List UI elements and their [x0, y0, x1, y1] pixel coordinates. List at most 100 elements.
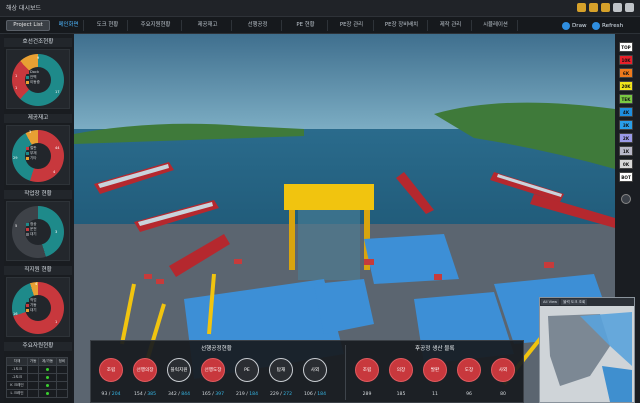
tab-production[interactable]: 제작 관리 [430, 20, 472, 31]
level-tek-button[interactable]: TEK [619, 94, 633, 104]
tool-icon-3[interactable] [601, 3, 610, 12]
table-header: 가동 [27, 357, 40, 366]
post-assembly-count: 289 [362, 392, 372, 397]
tab-dock-status[interactable]: 도크 현황 [88, 20, 128, 31]
legend-moving: 이동중 [30, 80, 40, 84]
status-ok-icon [45, 383, 49, 387]
value-label: 4 [35, 282, 38, 286]
value-label: 1 [15, 86, 18, 90]
process-summary-panel: 선행공정현황 후공정 생산 블록 조립 선행의장 블럭지원 선행도장 PE 탑재… [90, 340, 524, 403]
post-circle-paint[interactable]: 도장 [457, 358, 481, 382]
process-circle-erection[interactable]: 탑재 [269, 358, 293, 382]
post-circle-assembly[interactable]: 조립 [355, 358, 379, 382]
level-10k-button[interactable]: 10K [619, 55, 633, 65]
panel-title-stock: 제공재고 [4, 114, 72, 123]
build-status-panel: Dock 안벽 이동중 1 9 1 17 [6, 49, 70, 109]
table-row: -2도크 [5, 373, 69, 382]
tab-main[interactable]: 메인화면 [54, 20, 84, 31]
value-label: 5 [15, 224, 18, 228]
status-ok-icon [45, 367, 49, 371]
post-process-title: 후공정 생산 블록 [415, 346, 455, 352]
shore-hill [74, 123, 304, 144]
legend-standby: 대기 [30, 232, 37, 236]
level-3k-button[interactable]: 3K [619, 120, 633, 130]
level-20k-button[interactable]: 20K [619, 81, 633, 91]
level-bot-button[interactable]: BOT [619, 172, 633, 182]
post-circle-outfit[interactable]: 의장 [389, 358, 413, 382]
value-label: 16 [13, 312, 18, 316]
tab-pe-status[interactable]: PE 현황 [284, 20, 328, 31]
tab-pe-equipment[interactable]: PE장 장비배치 [376, 20, 428, 31]
post-circle-scaffold[interactable]: 발판 [423, 358, 447, 382]
level-top-button[interactable]: TOP [619, 42, 633, 52]
table-header: 계/가동 [38, 357, 57, 366]
post-paint-count: 96 [466, 392, 472, 397]
pre-outfit-count: 154 / 385 [133, 392, 157, 397]
tool-icon-1[interactable] [577, 3, 586, 12]
project-list-button[interactable]: Project List [6, 20, 50, 31]
goliath-crane [284, 184, 374, 210]
workplace-panel: 정상 운전 대기 5 3 [6, 201, 70, 261]
post-outfit-count: 185 [396, 392, 406, 397]
tool-icon-2[interactable] [589, 3, 598, 12]
settings-gear-icon[interactable] [621, 194, 631, 204]
right-hill [434, 102, 615, 169]
draw-button[interactable]: Draw [562, 20, 587, 31]
legend-other: 기타 [30, 156, 37, 160]
dry-dock [298, 210, 360, 280]
level-0k-button[interactable]: 0K [619, 159, 633, 169]
level-4k-button[interactable]: 4K [619, 107, 633, 117]
support-panel: 작업 가동 대기 4 16 1 [6, 277, 70, 337]
panel-title-workplace: 작업장 현황 [4, 190, 72, 199]
panel-title-resources: 주요자원현황 [4, 342, 72, 351]
stock-panel: 철판 부재 기타 3 44 29 4 [6, 125, 70, 185]
legend-wait: 대기 [30, 308, 37, 312]
refresh-label: Refresh [602, 22, 624, 29]
process-circle-pre-paint[interactable]: 선행도장 [201, 358, 225, 382]
tab-pe-yard[interactable]: PE장 관리 [330, 20, 374, 31]
pre-process-title: 선행공정현황 [201, 346, 232, 352]
value-label: 3 [55, 230, 58, 234]
tab-simulation[interactable]: 시뮬레이션 [474, 20, 518, 31]
resource-table: 자재 가동 계/가동 정비 -1도크 -2도크 K 크레인 L 크레인 [5, 357, 69, 398]
minimap[interactable]: All View 블럭 도크 조회 [539, 297, 635, 403]
level-1k-button[interactable]: 1K [619, 146, 633, 156]
value-label: 1 [55, 320, 58, 324]
table-row: L 크레인 [5, 389, 69, 398]
process-circle-pe[interactable]: PE [235, 358, 259, 382]
minimap-tab-block[interactable]: 블럭 도크 조회 [561, 299, 588, 305]
process-circle-block-support[interactable]: 블럭지원 [167, 358, 191, 382]
value-label: 17 [55, 90, 60, 94]
table-row: K 크레인 [5, 381, 69, 390]
value-label: 1 [15, 74, 18, 78]
pre-paint-count: 165 / 397 [201, 392, 225, 397]
status-ok-icon [45, 391, 49, 395]
tab-pre-process[interactable]: 선행공정 [234, 20, 282, 31]
level-6k-button[interactable]: 6K [619, 68, 633, 78]
erection-count: 229 / 272 [269, 392, 293, 397]
process-circle-pre-outfit[interactable]: 선행의장 [133, 358, 157, 382]
process-circle-outside[interactable]: 사외 [303, 358, 327, 382]
value-label: 29 [13, 156, 18, 160]
minimap-toolbar: All View 블럭 도크 조회 [540, 298, 634, 306]
value-label: 3 [29, 130, 32, 134]
status-ok-icon [45, 375, 49, 379]
tab-resource-status[interactable]: 주요지원현황 [130, 20, 182, 31]
block-support-count: 342 / 844 [167, 392, 191, 397]
panel-title-build: 호선건조현황 [4, 38, 72, 47]
support-donut [12, 282, 64, 334]
value-label: 4 [53, 170, 56, 174]
minimap-tab-all-view[interactable]: All View [541, 299, 560, 305]
value-label: 9 [37, 56, 40, 60]
level-2k-button[interactable]: 2K [619, 133, 633, 143]
post-circle-outside[interactable]: 사외 [491, 358, 515, 382]
table-header: 자재 [5, 357, 29, 366]
app-title: 해상 대시보드 [6, 5, 42, 12]
close-icon[interactable] [625, 3, 634, 12]
refresh-button[interactable]: Refresh [592, 20, 623, 31]
tab-stock[interactable]: 제공재고 [184, 20, 232, 31]
pe-count: 219 / 184 [235, 392, 259, 397]
minimize-icon[interactable] [613, 3, 622, 12]
post-outside-count: 80 [500, 392, 506, 397]
process-circle-assembly[interactable]: 조립 [99, 358, 123, 382]
